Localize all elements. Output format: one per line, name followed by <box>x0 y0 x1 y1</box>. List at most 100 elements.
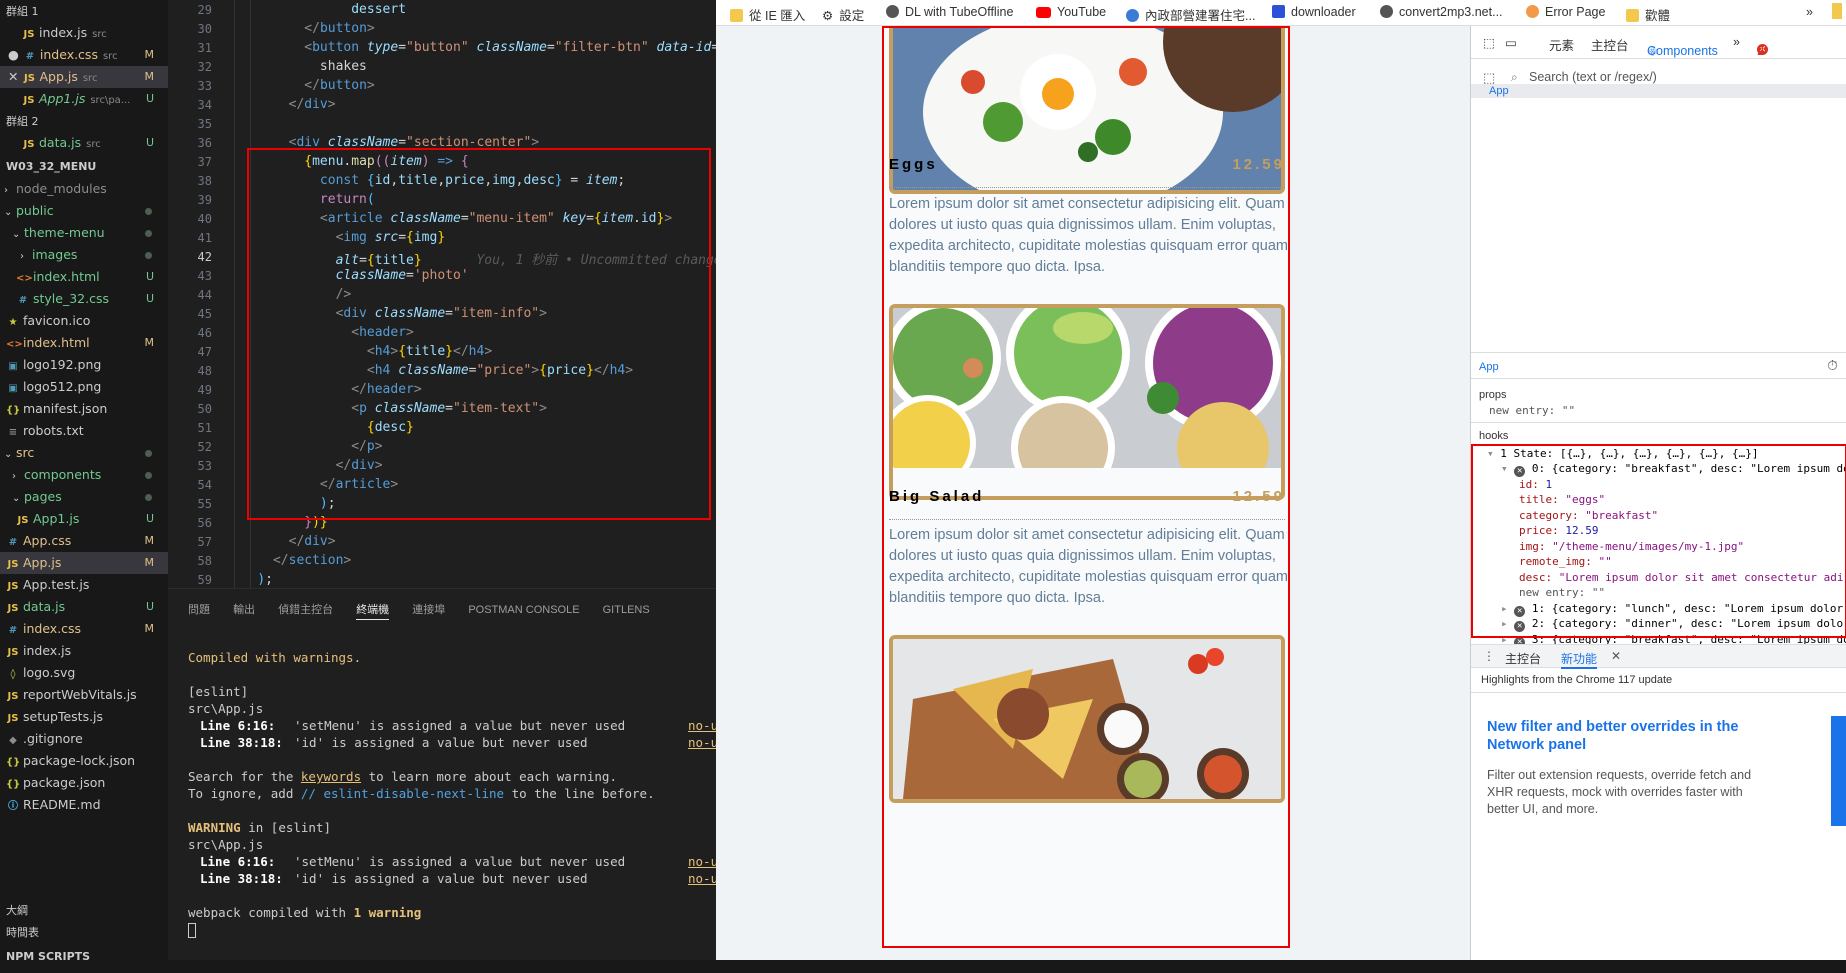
file-style-32-css[interactable]: # style_32.css U <box>0 288 168 310</box>
tab-ports[interactable]: 連接埠 <box>412 604 445 616</box>
bookmark-error-page[interactable]: Error Page <box>1526 5 1605 19</box>
bookmark-settings[interactable]: ⚙ 設定 <box>822 5 864 24</box>
file-data-js[interactable]: JS data.js U <box>0 596 168 618</box>
js-icon: JS <box>7 559 19 570</box>
info-icon: ⓘ <box>8 801 18 812</box>
ignore-hint: To ignore, add // eslint-disable-next-li… <box>188 786 655 801</box>
eslint-label: [eslint] <box>188 684 249 699</box>
line-number: 49 <box>197 383 212 397</box>
file-gitignore[interactable]: ◆ .gitignore <box>0 728 168 750</box>
folder-theme-menu[interactable]: ⌄ theme-menu <box>0 222 168 244</box>
folder-pages[interactable]: ⌄ pages <box>0 486 168 508</box>
code-editor[interactable]: 29 30 31 32 33 34 35 36 37 38 39 40 41 42 43 44 45 46 47 48… <box>168 0 716 588</box>
file-logo192[interactable]: ▣ logo192.png <box>0 354 168 376</box>
news-title[interactable]: New filter and better overrides in the N… <box>1487 718 1757 754</box>
more-tabs-icon[interactable]: » <box>1733 35 1740 49</box>
open-editor-app1-js[interactable]: JS App1.js src\pa... U <box>0 88 168 110</box>
bookmark-moi[interactable]: 內政部營建署住宅... <box>1126 5 1255 24</box>
file-favicon[interactable]: ★ favicon.ico <box>0 310 168 332</box>
hooks-label: hooks <box>1479 430 1509 442</box>
open-editors-group-2[interactable]: 群組 2 <box>0 110 168 132</box>
code-line: </div> <box>288 534 336 549</box>
status-dot <box>145 494 152 501</box>
chevron-down-icon: ⌄ <box>12 493 21 504</box>
json-icon: {} <box>6 405 21 416</box>
file-app-test-js[interactable]: JS App.test.js <box>0 574 168 596</box>
drawer-tab-whats-new[interactable]: 新功能 <box>1561 650 1598 669</box>
file-app1-js[interactable]: JS App1.js U <box>0 508 168 530</box>
js-icon: JS <box>7 691 19 702</box>
file-package-json[interactable]: {} package.json <box>0 772 168 794</box>
inspect-icon[interactable]: ⬚ <box>1483 35 1495 50</box>
folder-components[interactable]: › components <box>0 464 168 486</box>
folder-node-modules[interactable]: › node_modules <box>0 178 168 200</box>
folder-public[interactable]: ⌄ public <box>0 200 168 222</box>
close-icon[interactable]: ✕ <box>0 69 22 84</box>
open-editor-data-js[interactable]: JS data.js src U <box>0 132 168 154</box>
file-package-lock[interactable]: {} package-lock.json <box>0 750 168 772</box>
project-header[interactable]: W03_32_MENU <box>0 156 168 178</box>
line-number: 36 <box>197 136 212 150</box>
file-app-css[interactable]: # App.css M <box>0 530 168 552</box>
tab-debug-console[interactable]: 偵錯主控台 <box>278 604 333 616</box>
bookmark-ie-import[interactable]: 從 IE 匯入 <box>730 5 805 24</box>
search-input[interactable]: Search (text or /regex/) <box>1529 70 1657 84</box>
bookmark-convert2mp3[interactable]: convert2mp3.net... <box>1380 5 1503 19</box>
file-public-index-html[interactable]: <>index.html M <box>0 332 168 354</box>
bookmarks-overflow[interactable]: » <box>1806 5 1813 19</box>
tab-terminal[interactable]: 終端機 <box>356 604 390 620</box>
open-editors-group-1[interactable]: 群組 1 <box>0 0 168 22</box>
props-new-entry[interactable]: new entry: "" <box>1489 404 1575 417</box>
css-icon: # <box>8 537 18 548</box>
tab-elements[interactable]: 元素 <box>1549 35 1574 54</box>
status-dot <box>145 472 152 479</box>
drawer-tab-console[interactable]: 主控台 <box>1505 650 1541 667</box>
open-editor-index-css[interactable]: ● # index.css src M <box>0 44 168 66</box>
tab-output[interactable]: 輸出 <box>233 604 255 616</box>
menu-item-desc: Lorem ipsum dolor sit amet consectetur a… <box>889 196 1288 275</box>
keywords-link[interactable]: keywords <box>301 769 361 784</box>
file-robots[interactable]: ≡ robots.txt <box>0 420 168 442</box>
gear-icon: ⚙ <box>822 9 834 23</box>
bookmark-downloader[interactable]: downloader <box>1272 5 1356 19</box>
file-index-js[interactable]: JS index.js <box>0 640 168 662</box>
bookmark-youtube[interactable]: YouTube <box>1036 5 1106 19</box>
device-toolbar-icon[interactable]: ▭ <box>1505 35 1517 50</box>
js-icon: JS <box>23 139 35 150</box>
js-icon: JS <box>7 603 19 614</box>
file-manifest[interactable]: {} manifest.json <box>0 398 168 420</box>
folder-src[interactable]: ⌄ src <box>0 442 168 464</box>
outline-section[interactable]: 大綱 <box>0 900 168 922</box>
error-page-icon <box>1526 5 1539 18</box>
text-file-icon: ≡ <box>8 427 18 438</box>
status-dot <box>145 252 152 259</box>
image-icon: ▣ <box>8 383 18 394</box>
bookmark-tubeoffline[interactable]: DL with TubeOffline <box>886 5 1013 19</box>
bookmark-font[interactable]: 歡體 <box>1626 5 1670 24</box>
code-line: </section> <box>272 553 352 568</box>
tab-gitlens[interactable]: GITLENS <box>603 604 650 616</box>
line-number: 40 <box>197 212 212 226</box>
file-index-css[interactable]: # index.css M <box>0 618 168 640</box>
tab-problems[interactable]: 問題 <box>188 604 210 616</box>
terminal-panel[interactable]: 問題 輸出 偵錯主控台 終端機 連接埠 POSTMAN CONSOLE GITL… <box>168 588 793 973</box>
timeline-section[interactable]: 時間表 <box>0 922 168 944</box>
drawer-menu-icon[interactable]: ⋮ <box>1483 649 1495 663</box>
status-dot <box>145 230 152 237</box>
file-setup-tests[interactable]: JS setupTests.js <box>0 706 168 728</box>
line-number: 33 <box>197 79 212 93</box>
timer-icon[interactable]: ⏱ <box>1827 357 1838 374</box>
file-logo-svg[interactable]: ◊ logo.svg <box>0 662 168 684</box>
tab-postman-console[interactable]: POSTMAN CONSOLE <box>468 604 579 616</box>
tree-row-app[interactable]: App <box>1471 84 1846 98</box>
folder-images[interactable]: › images <box>0 244 168 266</box>
open-editor-index-js[interactable]: JS index.js src <box>0 22 168 44</box>
tab-console[interactable]: 主控台 <box>1591 35 1629 54</box>
file-report-web-vitals[interactable]: JS reportWebVitals.js <box>0 684 168 706</box>
file-readme[interactable]: ⓘ README.md <box>0 794 168 816</box>
file-logo512[interactable]: ▣ logo512.png <box>0 376 168 398</box>
close-icon[interactable]: ✕ <box>1611 649 1621 663</box>
file-app-js[interactable]: JS App.js M <box>0 552 168 574</box>
file-index-html[interactable]: <>index.html U <box>0 266 168 288</box>
open-editor-app-js[interactable]: ✕ JS App.js src M <box>0 66 168 88</box>
